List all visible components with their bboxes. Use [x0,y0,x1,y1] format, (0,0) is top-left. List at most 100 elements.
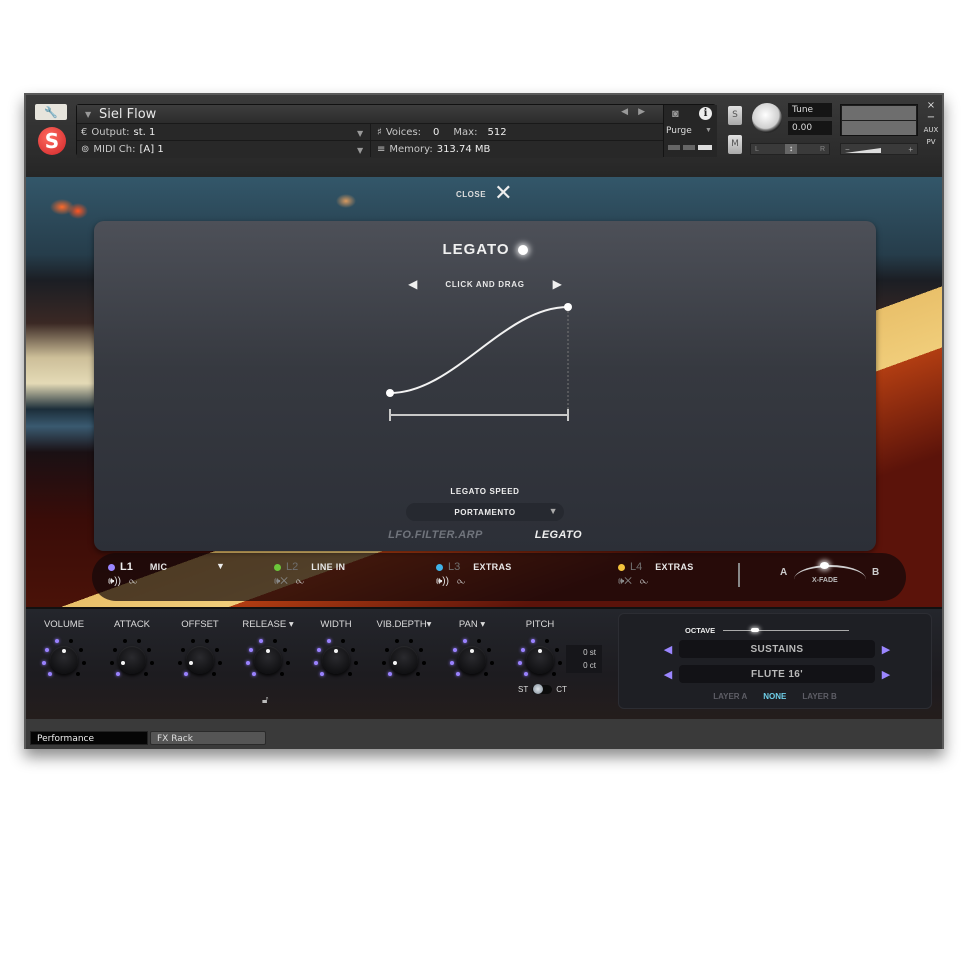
midi-label: MIDI Ch: [93,144,136,155]
close-button[interactable]: CLOSE ✕ [456,183,513,205]
link-icon[interactable]: ⧜ [457,576,465,587]
legato-enable-led[interactable] [517,244,528,255]
pitch-readout[interactable]: 0 st 0 ct [566,645,602,673]
knob-scale-dot [384,648,389,652]
instrument-name[interactable]: Siel Flow [99,107,156,122]
tune-knob[interactable] [752,103,782,133]
knob-vib-depth[interactable]: VIB.DEPTH▾ [374,619,434,709]
aux-button[interactable]: AUX [922,124,940,136]
mute-button[interactable]: M [728,135,742,154]
st-ct-toggle[interactable]: ST CT [518,684,567,694]
next-category-icon[interactable]: ▶ [879,643,893,656]
close-instrument-button[interactable]: × [922,100,940,112]
solo-button[interactable]: S [728,106,742,125]
pan-slider[interactable]: L ↕ R [750,143,830,155]
knob-pitch[interactable]: PITCH [510,619,570,709]
layer-assign: LAYER A NONE LAYER B [619,692,931,701]
midi-channel-value[interactable]: [A] 1 [140,144,164,155]
tab-lfo-filter-arp[interactable]: LFO.FILTER.ARP [388,529,483,541]
max-voices-value[interactable]: 512 [487,127,506,138]
camera-icon[interactable]: ◙ [672,108,679,120]
pv-button[interactable]: PV [922,136,940,148]
bottom-tab-bar: Performance FX Rack [26,719,942,749]
link-icon[interactable]: ⧜ [296,576,304,587]
divider [370,124,371,157]
speaker-on-icon[interactable]: 🕪︎)) [436,576,449,587]
tab-legato[interactable]: LEGATO [535,529,582,541]
category-value[interactable]: SUSTAINS [679,640,875,658]
xfade-handle[interactable] [820,562,829,569]
prev-category-icon[interactable]: ◀ [661,643,675,656]
knob-scale-dot [212,672,217,677]
knob-scale-dot [489,661,494,666]
knob-width[interactable]: WIDTH [306,619,366,709]
speaker-muted-icon[interactable]: 🕪︎✕ [618,576,632,587]
info-icon[interactable]: i [699,107,712,120]
tune-value[interactable]: 0.00 [788,121,832,135]
octave-slider[interactable] [723,628,849,632]
knob-label: ATTACK [113,619,151,630]
layer-l3[interactable]: L3 EXTRAS 🕪︎)) ⧜ [436,561,512,587]
prev-preset-icon[interactable]: ◀ [661,668,675,681]
layer-source[interactable]: MIC [150,562,167,572]
output-value[interactable]: st. 1 [133,127,155,138]
knob-scale-dot [246,661,251,666]
layer-l2[interactable]: L2 LINE IN 🕪︎✕ ⧜ [274,561,345,587]
speaker-on-icon[interactable]: 🕪︎)) [108,576,121,587]
knob-scale-dot [463,639,468,644]
curve-end-handle[interactable] [564,303,572,311]
legato-speed-dropdown[interactable]: PORTAMENTO ▼ [406,503,564,521]
knob-scale-dot [531,639,536,644]
knob-scale-dot [476,639,481,644]
octave-label: OCTAVE [685,626,716,635]
knob-scale-dot [272,639,277,644]
tune-label: Tune [788,103,832,117]
octave-handle[interactable] [751,628,759,632]
xfade-slider[interactable]: A X-FADE B [780,562,890,593]
purge-button[interactable]: Purge [666,126,692,136]
output-dropdown-icon[interactable]: ▼ [357,129,363,138]
preset-value[interactable]: FLUTE 16' [679,665,875,683]
layer-source[interactable]: EXTRAS [473,562,511,572]
layer-color-dot [436,563,443,571]
layer-a-option[interactable]: LAYER A [713,692,747,701]
legato-speed-value: PORTAMENTO [454,507,516,517]
knob-scale-dot [419,648,424,652]
knob-attack[interactable]: ATTACK [102,619,162,709]
purge-dropdown-icon[interactable]: ▼ [705,127,712,134]
volume-slider[interactable]: − + [840,143,918,155]
volume-plus: + [908,144,913,154]
chevron-down-icon[interactable]: ▼ [85,110,91,119]
knob-pan[interactable]: PAN ▾ [442,619,502,709]
none-option[interactable]: NONE [763,692,786,701]
minimize-button[interactable]: − [922,112,940,124]
arrow-left-icon[interactable]: ◀ [408,277,417,291]
lock-icon[interactable]: 🔓︎ [262,695,268,706]
speaker-muted-icon[interactable]: 🕪︎✕ [274,576,288,587]
knob-offset[interactable]: OFFSET [170,619,230,709]
midi-dropdown-icon[interactable]: ▼ [357,146,363,155]
link-icon[interactable]: ⧜ [129,576,137,587]
arrow-right-icon[interactable]: ▶ [553,277,562,291]
layer-l4[interactable]: L4 EXTRAS 🕪︎✕ ⧜ [618,561,694,587]
knob-volume[interactable]: VOLUME [34,619,94,709]
legato-curve-editor[interactable] [384,301,584,431]
layer-source[interactable]: LINE IN [311,562,345,572]
curve-start-handle[interactable] [386,389,394,397]
toggle-ct-label: CT [556,685,567,694]
next-preset-icon[interactable]: ▶ [879,668,893,681]
layer-l1[interactable]: L1 MIC ▼ 🕪︎)) ⧜ [108,561,225,587]
pan-handle[interactable]: ↕ [785,144,797,154]
click-and-drag-label: CLICK AND DRAG [445,279,525,289]
wrench-icon[interactable]: 🔧 [35,104,67,120]
close-icon[interactable]: ✕ [494,183,512,205]
layer-source-dropdown-icon[interactable]: ▼ [216,561,225,571]
layer-source[interactable]: EXTRAS [655,562,693,572]
prev-next-instrument-arrows[interactable]: ◀▶ [621,107,655,117]
layer-b-option[interactable]: LAYER B [802,692,836,701]
tab-fx-rack[interactable]: FX Rack [150,731,266,745]
legato-panel: LEGATO ◀ CLICK AND DRAG ▶ LEGATO SPEED P… [94,221,876,551]
toggle-switch[interactable] [532,684,553,694]
link-icon[interactable]: ⧜ [640,576,648,587]
tab-performance[interactable]: Performance [30,731,148,745]
